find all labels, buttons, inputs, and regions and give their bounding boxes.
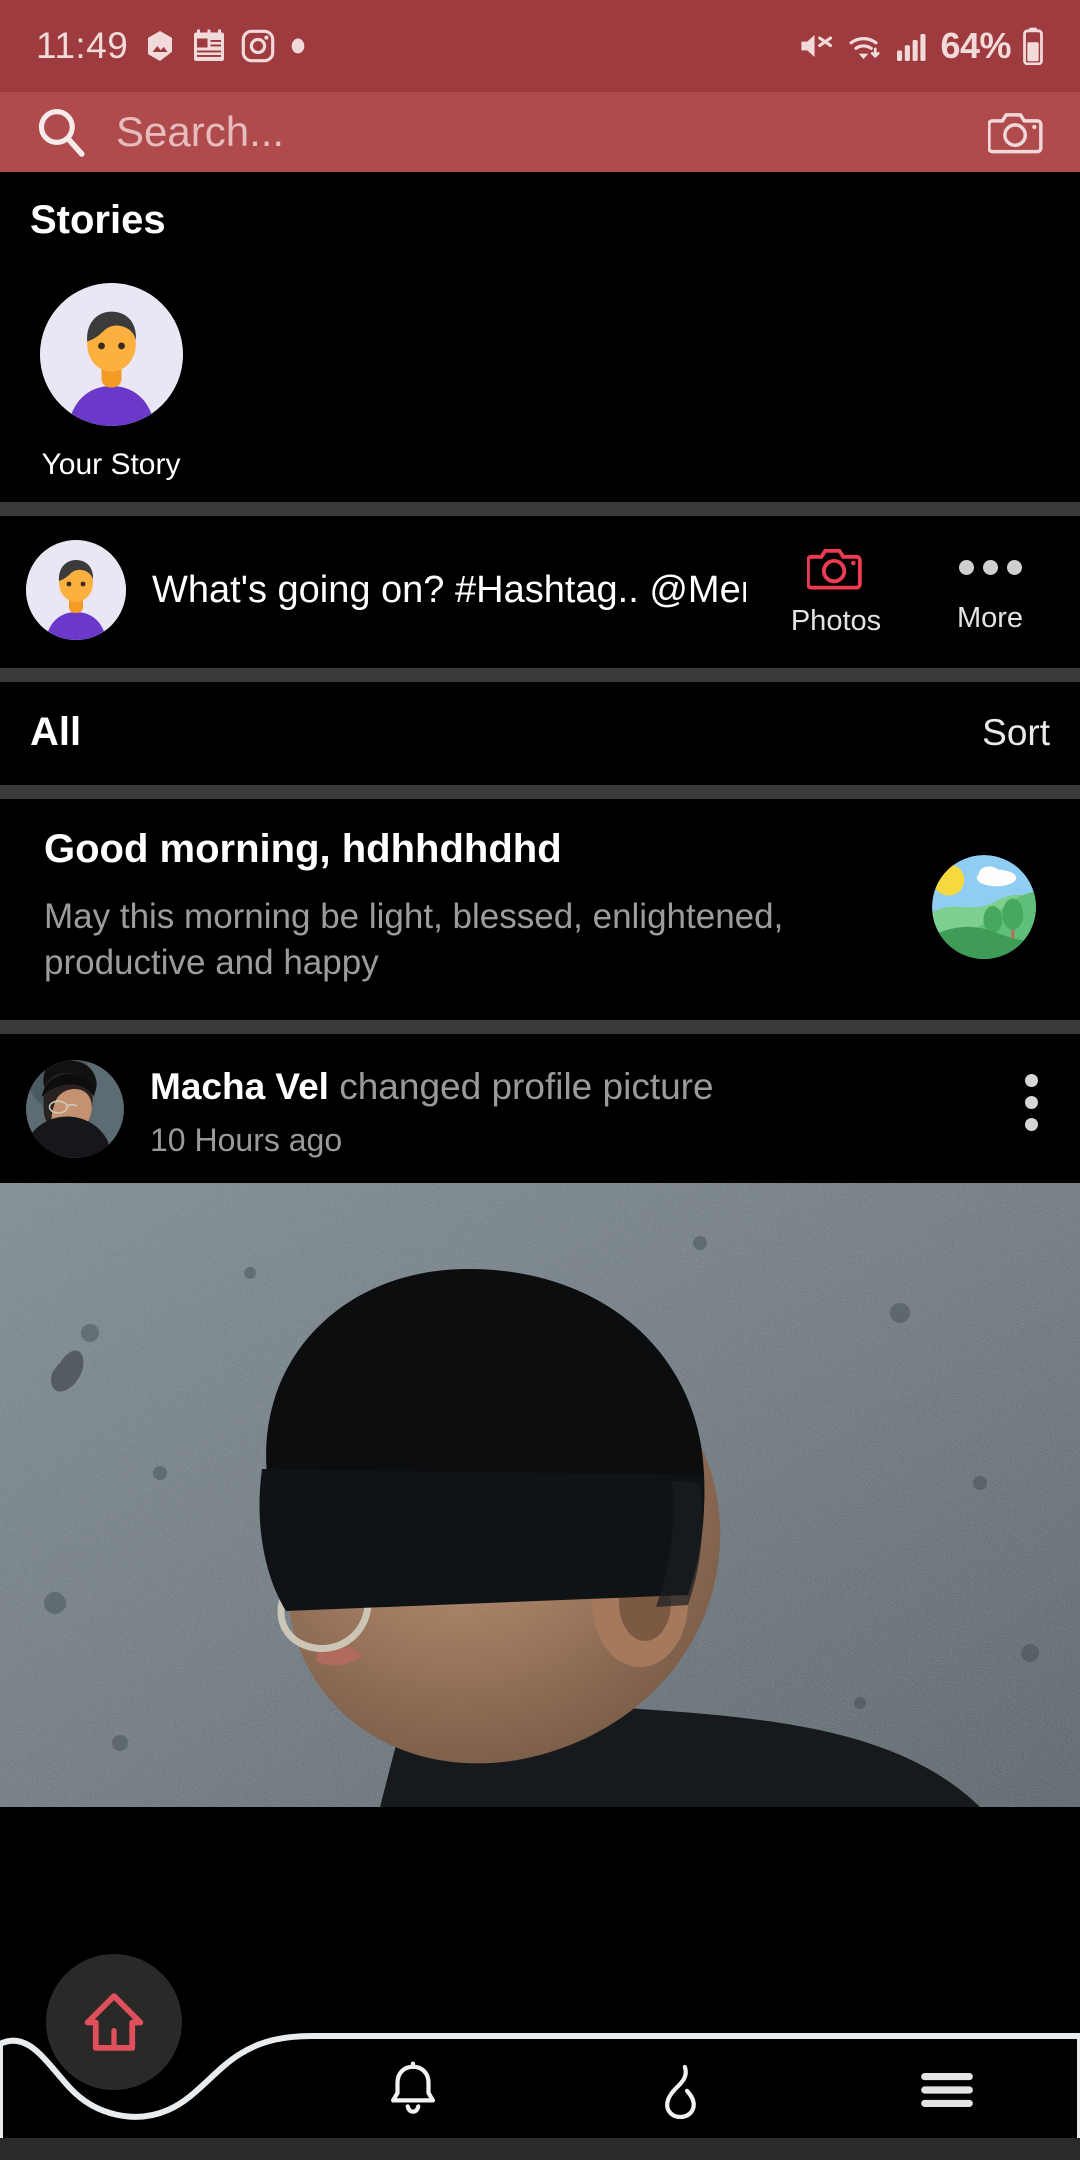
compose-photos-label: Photos [790,604,882,637]
flame-icon [649,2059,711,2121]
avatar-person-graphic [39,283,183,426]
user-avatar-illustration [39,283,183,426]
app-screen: 11:49 64% Search... Stories Your Story W… [0,0,1080,2160]
compose-more-label: More [956,601,1024,634]
profile-photo-graphic [26,1060,124,1159]
stories-section: Stories Your Story [0,172,1080,502]
sort-button[interactable]: Sort [982,712,1050,754]
status-bar-clock: 11:49 [36,25,129,66]
search-input[interactable]: Search... [34,105,988,159]
landscape-sun-hills-icon [932,854,1036,959]
post-photo[interactable] [0,1183,1080,1808]
stories-title: Stories [30,198,166,242]
greeting-title: Good morning, hdhhdhdhd [44,827,562,871]
landscape-illustration [932,854,1036,959]
greeting-text-block: Good morning, hdhhdhdhd May this morning… [44,827,902,986]
bottom-navigation-bar [0,1954,1080,2160]
avatar-person-graphic [26,540,126,640]
section-divider [0,785,1080,799]
feed-filter-bar: All Sort [0,682,1080,785]
search-icon [34,105,88,159]
notes-app-icon [192,28,226,64]
activity-action-text: changed profile picture [339,1066,714,1108]
battery-icon [1022,27,1044,66]
greeting-card[interactable]: Good morning, hdhhdhdhd May this morning… [0,799,1080,1021]
section-divider [0,502,1080,516]
cellular-signal-icon [895,28,929,64]
compose-more-button[interactable]: More [926,546,1054,635]
section-divider [0,1020,1080,1035]
more-vertical-icon[interactable] [1025,1060,1050,1132]
battery-percent-label: 64% [940,25,1011,66]
search-placeholder: Search... [116,108,285,155]
avatar[interactable] [26,1060,124,1159]
activity-headline: Macha Vel changed profile picture [150,1066,999,1108]
story-item-your-story[interactable]: Your Story [36,283,186,482]
gallery-app-icon [142,28,178,64]
stories-list: Your Story [0,243,1080,482]
post-photo-graphic [0,1183,1080,1808]
bottom-nav-item-home[interactable] [46,1954,182,2090]
nav-bottom-strip [0,2138,1080,2160]
hamburger-menu-icon [918,2065,976,2115]
greeting-subtitle: May this morning be light, blessed, enli… [44,897,784,983]
mute-icon [797,28,835,64]
dot-indicator-icon [290,28,306,64]
activity-timestamp: 10 Hours ago [150,1122,343,1159]
compose-post-row: What's going on? #Hashtag.. @Mention. Ph… [0,516,1080,668]
activity-item[interactable]: Macha Vel changed profile picture 10 Hou… [0,1034,1080,1184]
compose-photos-button[interactable]: Photos [772,543,900,638]
status-bar-right: 64% [797,25,1044,67]
section-divider [0,668,1080,682]
search-header: Search... [0,92,1080,172]
instagram-app-icon [240,28,276,64]
activity-text-block: Macha Vel changed profile picture 10 Hou… [150,1060,999,1159]
more-horizontal-icon [958,546,1022,590]
compose-avatar[interactable] [26,540,126,640]
camera-icon [806,543,865,593]
compose-prompt[interactable]: What's going on? #Hashtag.. @Mention. [152,569,746,612]
camera-icon[interactable] [987,107,1046,157]
wifi-icon [846,28,884,64]
status-bar: 11:49 64% [0,0,1080,92]
activity-user-name[interactable]: Macha Vel [150,1066,329,1107]
story-item-label: Your Story [41,448,181,481]
filter-all-tab[interactable]: All [30,710,81,755]
status-bar-left: 11:49 [36,25,306,67]
bell-icon [382,2059,444,2121]
home-icon [78,1986,150,2058]
